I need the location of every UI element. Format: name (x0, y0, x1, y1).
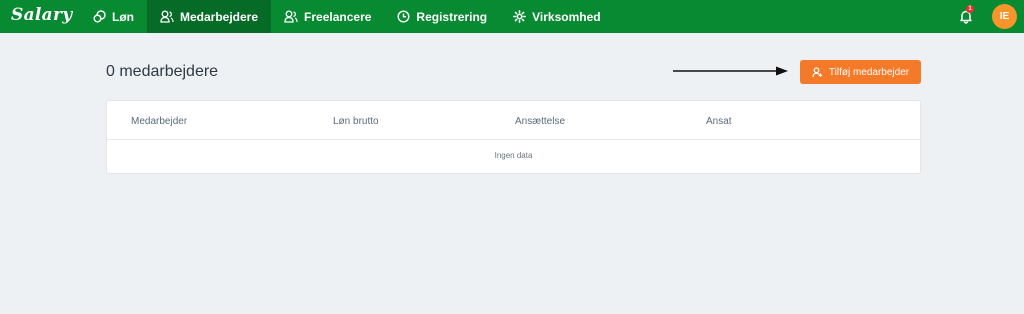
employees-table: Medarbejder Løn brutto Ansættelse Ansat … (106, 100, 921, 174)
gear-icon (513, 10, 527, 23)
nav-item-label: Virksomhed (532, 9, 601, 24)
nav-item-registrering[interactable]: Registrering (384, 0, 500, 33)
add-employee-button-label: Tilføj medarbejder (828, 66, 910, 78)
add-user-icon (812, 66, 823, 77)
nav-item-label: Løn (112, 9, 134, 24)
users-icon (284, 10, 298, 23)
top-navigation-bar: Salary Løn Medarbejdere Freelancere Regi… (0, 0, 1024, 33)
arrow-right-icon (673, 66, 788, 76)
main-nav: Løn Medarbejdere Freelancere Registrerin… (80, 0, 614, 33)
empty-state-text: Ingen data (494, 151, 533, 160)
table-header: Medarbejder Løn brutto Ansættelse Ansat (107, 101, 920, 140)
coins-icon (93, 10, 106, 23)
nav-item-freelancere[interactable]: Freelancere (271, 0, 384, 33)
add-employee-button[interactable]: Tilføj medarbejder (800, 60, 921, 84)
nav-item-lon[interactable]: Løn (80, 0, 147, 33)
nav-item-label: Registrering (416, 9, 488, 24)
nav-item-virksomhed[interactable]: Virksomhed (500, 0, 613, 33)
salary-logo[interactable]: Salary (11, 5, 72, 25)
page-title: 0 medarbejdere (106, 63, 219, 80)
column-header-medarbejder[interactable]: Medarbejder (131, 116, 187, 127)
nav-item-medarbejdere[interactable]: Medarbejdere (147, 0, 272, 33)
nav-item-label: Medarbejdere (180, 9, 259, 24)
avatar[interactable]: IE (992, 4, 1017, 29)
notification-badge: 1 (966, 5, 974, 13)
nav-item-label: Freelancere (304, 9, 372, 24)
clock-icon (397, 10, 410, 23)
column-header-lon-brutto[interactable]: Løn brutto (333, 116, 379, 127)
column-header-ansaettelse[interactable]: Ansættelse (515, 116, 565, 127)
users-icon (160, 10, 174, 23)
column-header-ansat[interactable]: Ansat (706, 116, 732, 127)
